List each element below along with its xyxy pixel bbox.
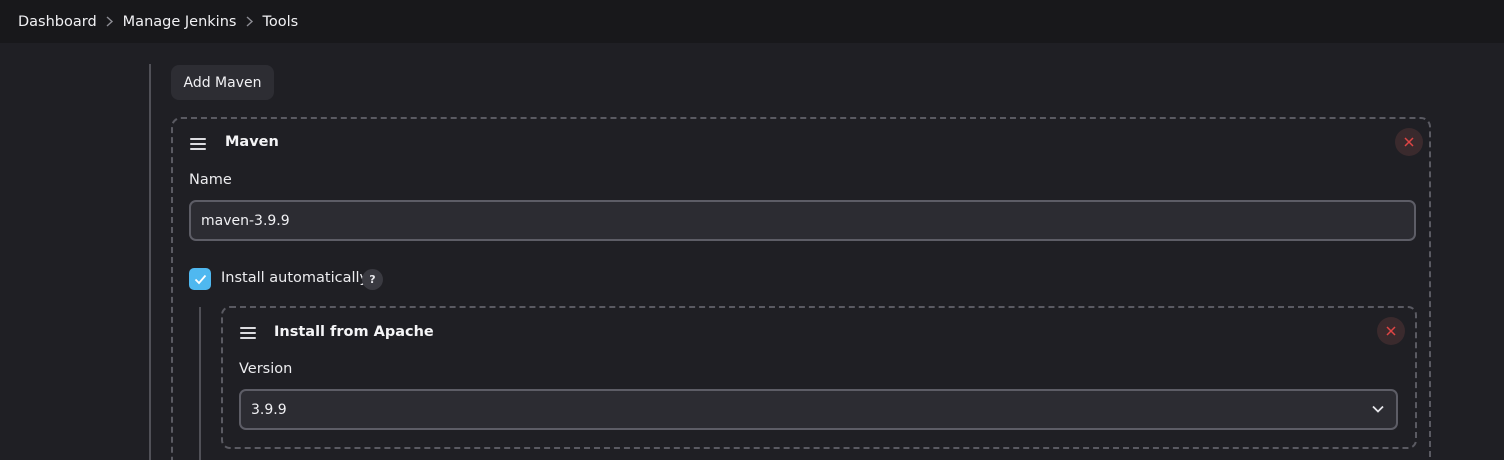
name-input[interactable] — [189, 200, 1416, 241]
installer-card-title: Install from Apache — [274, 324, 434, 340]
nested-divider — [199, 307, 201, 460]
section-divider — [149, 64, 151, 460]
version-label: Version — [239, 361, 293, 377]
maven-card-title: Maven — [225, 134, 279, 150]
close-icon[interactable] — [1377, 317, 1405, 345]
breadcrumb: Dashboard Manage Jenkins Tools — [18, 0, 298, 43]
drag-handle-icon[interactable] — [190, 138, 206, 150]
chevron-down-icon — [1372, 405, 1384, 413]
name-label: Name — [189, 172, 232, 188]
breadcrumb-manage-jenkins[interactable]: Manage Jenkins — [123, 14, 237, 30]
chevron-right-icon — [99, 16, 121, 27]
version-select[interactable]: 3.9.9 — [239, 389, 1398, 430]
breadcrumb-tools[interactable]: Tools — [262, 14, 298, 30]
help-icon[interactable]: ? — [362, 269, 383, 290]
add-maven-button[interactable]: Add Maven — [171, 65, 274, 100]
checkmark-icon — [194, 274, 206, 284]
install-automatically-label[interactable]: Install automatically — [221, 270, 368, 286]
install-automatically-checkbox[interactable] — [189, 268, 211, 290]
close-icon[interactable] — [1395, 128, 1423, 156]
drag-handle-icon[interactable] — [240, 327, 256, 339]
top-bar: Dashboard Manage Jenkins Tools — [0, 0, 1504, 43]
chevron-right-icon — [238, 16, 260, 27]
version-select-value: 3.9.9 — [251, 401, 287, 418]
breadcrumb-dashboard[interactable]: Dashboard — [18, 14, 97, 30]
jenkins-tools-page: Dashboard Manage Jenkins Tools Add Maven… — [0, 0, 1504, 460]
